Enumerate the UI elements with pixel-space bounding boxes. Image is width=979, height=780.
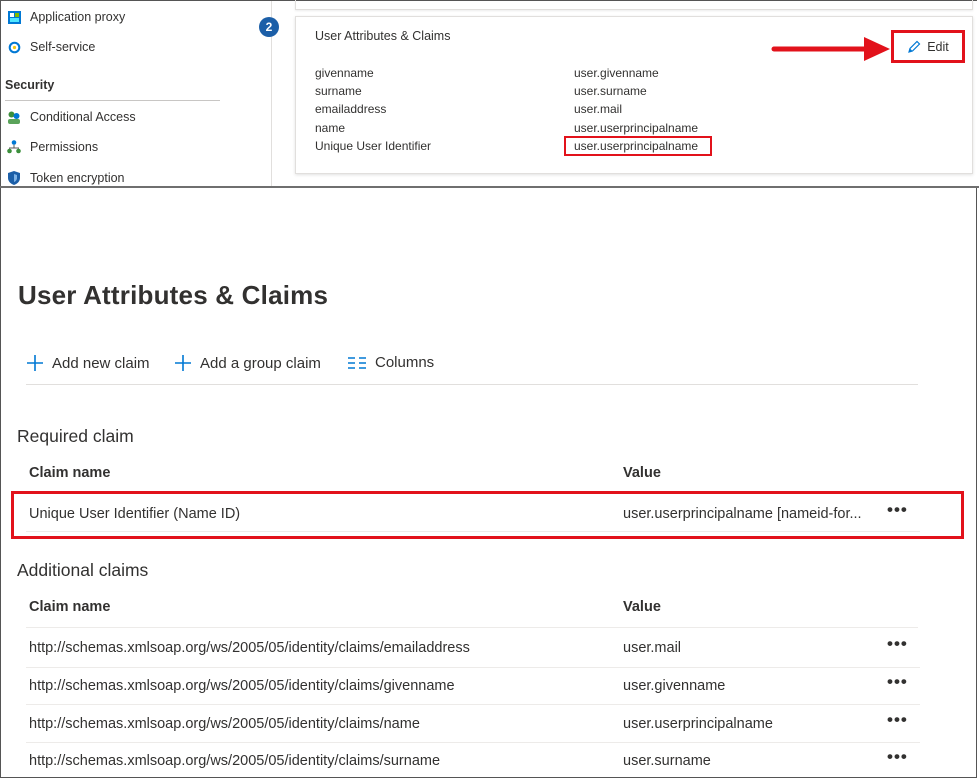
attribute-name: emailaddress: [315, 102, 387, 116]
sidebar-section-title: Security: [5, 78, 55, 92]
plus-icon: [26, 354, 44, 372]
attribute-value: user.surname: [574, 84, 647, 98]
column-header-value[interactable]: Value: [623, 599, 661, 615]
claim-value: user.mail: [623, 640, 682, 656]
more-options-icon[interactable]: •••: [887, 672, 908, 692]
attribute-value: user.userprincipalname: [574, 121, 699, 135]
grid-icon: [7, 10, 21, 24]
claim-name: http://schemas.xmlsoap.org/ws/2005/05/id…: [29, 753, 441, 769]
claim-name: http://schemas.xmlsoap.org/ws/2005/05/id…: [29, 678, 455, 694]
claim-name: http://schemas.xmlsoap.org/ws/2005/05/id…: [29, 640, 470, 656]
attribute-name: name: [315, 121, 346, 135]
add-group-claim-button[interactable]: Add a group claim: [174, 354, 321, 372]
attribute-name: givenname: [315, 66, 374, 80]
refresh-icon: [7, 40, 21, 54]
more-options-icon[interactable]: •••: [887, 747, 908, 767]
shield-icon: [7, 171, 21, 185]
pencil-icon: [907, 40, 921, 54]
attribute-value: user.givenname: [574, 66, 659, 80]
claim-value: user.surname: [623, 753, 711, 769]
sidebar-item-label: Application proxy: [30, 10, 126, 24]
toolbar-label: Add new claim: [52, 354, 150, 372]
column-header-claim-name[interactable]: Claim name: [29, 465, 110, 481]
row-divider: [26, 704, 920, 705]
additional-claims-heading: Additional claims: [17, 560, 149, 580]
people-icon: [7, 110, 21, 124]
row-divider: [26, 742, 920, 743]
sidebar-item-label: Self-service: [30, 40, 96, 54]
attribute-value: user.mail: [574, 102, 623, 116]
sidebar-item-label: Conditional Access: [30, 110, 136, 124]
previous-card-edge: [295, 0, 973, 10]
sidebar-item-application-proxy[interactable]: Application proxy: [7, 10, 125, 24]
toolbar-label: Add a group claim: [200, 354, 321, 372]
sidebar-item-label: Permissions: [30, 140, 99, 154]
plus-icon: [174, 354, 192, 372]
red-arrow-icon: [771, 37, 890, 61]
sidebar-item-token-encryption[interactable]: Token encryption: [7, 171, 125, 185]
row-divider: [26, 667, 920, 668]
column-header-claim-name[interactable]: Claim name: [29, 599, 110, 615]
sidebar-item-permissions[interactable]: Permissions: [7, 140, 98, 154]
columns-icon: [347, 355, 367, 371]
highlight-box-required-claim: [11, 491, 964, 539]
more-options-icon[interactable]: •••: [887, 634, 908, 654]
more-options-icon[interactable]: •••: [887, 710, 908, 730]
claim-value: user.userprincipalname: [623, 716, 773, 732]
page-title: User Attributes & Claims: [18, 280, 329, 310]
sidebar-item-conditional-access[interactable]: Conditional Access: [7, 110, 136, 124]
columns-button[interactable]: Columns: [347, 354, 434, 371]
attribute-name: Unique User Identifier: [315, 139, 432, 153]
edit-button[interactable]: Edit: [891, 30, 965, 63]
sidebar-item-self-service[interactable]: Self-service: [7, 40, 95, 54]
claim-value: user.givenname: [623, 678, 726, 694]
edit-label: Edit: [927, 39, 949, 54]
section-divider: [5, 100, 220, 101]
attribute-name: surname: [315, 84, 362, 98]
toolbar-divider: [26, 384, 918, 385]
step-badge: 2: [259, 17, 279, 37]
column-header-value[interactable]: Value: [623, 465, 661, 481]
required-claim-heading: Required claim: [17, 426, 134, 446]
highlight-box-upn: [564, 136, 712, 156]
card-title: User Attributes & Claims: [315, 29, 451, 43]
org-icon: [7, 140, 21, 154]
header-divider: [26, 627, 918, 628]
add-new-claim-button[interactable]: Add new claim: [26, 354, 150, 372]
image-separator: [0, 186, 979, 188]
sidebar-item-label: Token encryption: [30, 171, 125, 185]
claim-name: http://schemas.xmlsoap.org/ws/2005/05/id…: [29, 716, 420, 732]
toolbar-label: Columns: [375, 354, 435, 371]
